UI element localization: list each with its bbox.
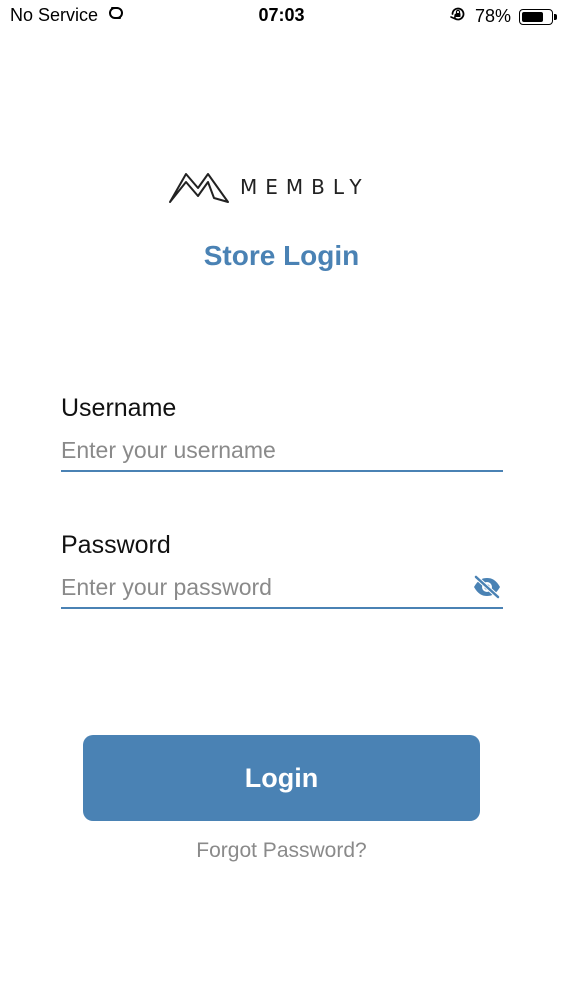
battery-fill: [522, 11, 543, 22]
login-button[interactable]: Login: [83, 735, 480, 821]
status-left: No Service: [10, 5, 126, 26]
battery-percent: 78%: [474, 6, 511, 26]
membly-mountain-icon: [169, 173, 229, 203]
carrier-label: No Service: [10, 5, 99, 25]
forgot-password-wrap: Forgot Password?: [0, 839, 563, 863]
link-icon: [106, 5, 126, 26]
battery-tip: [554, 13, 557, 20]
brand-logo: MEMBLY: [168, 170, 370, 204]
page-title: Store Login: [203, 240, 360, 271]
orientation-lock-icon: [449, 5, 467, 28]
password-field-wrap: [61, 569, 503, 609]
username-label: Username: [61, 394, 177, 422]
username-field-wrap: [61, 432, 503, 472]
brand-name: MEMBLY: [240, 175, 370, 199]
eye-off-icon: [473, 575, 501, 599]
forgot-password-link[interactable]: Forgot Password?: [196, 839, 366, 862]
status-right: 78%: [449, 5, 557, 28]
password-label: Password: [61, 531, 171, 559]
password-input[interactable]: [61, 569, 461, 605]
status-bar: No Service 07:03 78%: [0, 0, 563, 32]
password-visibility-toggle[interactable]: [471, 573, 503, 601]
status-time: 07:03: [258, 5, 305, 25]
battery-icon: [519, 8, 557, 25]
username-input[interactable]: [61, 432, 503, 468]
